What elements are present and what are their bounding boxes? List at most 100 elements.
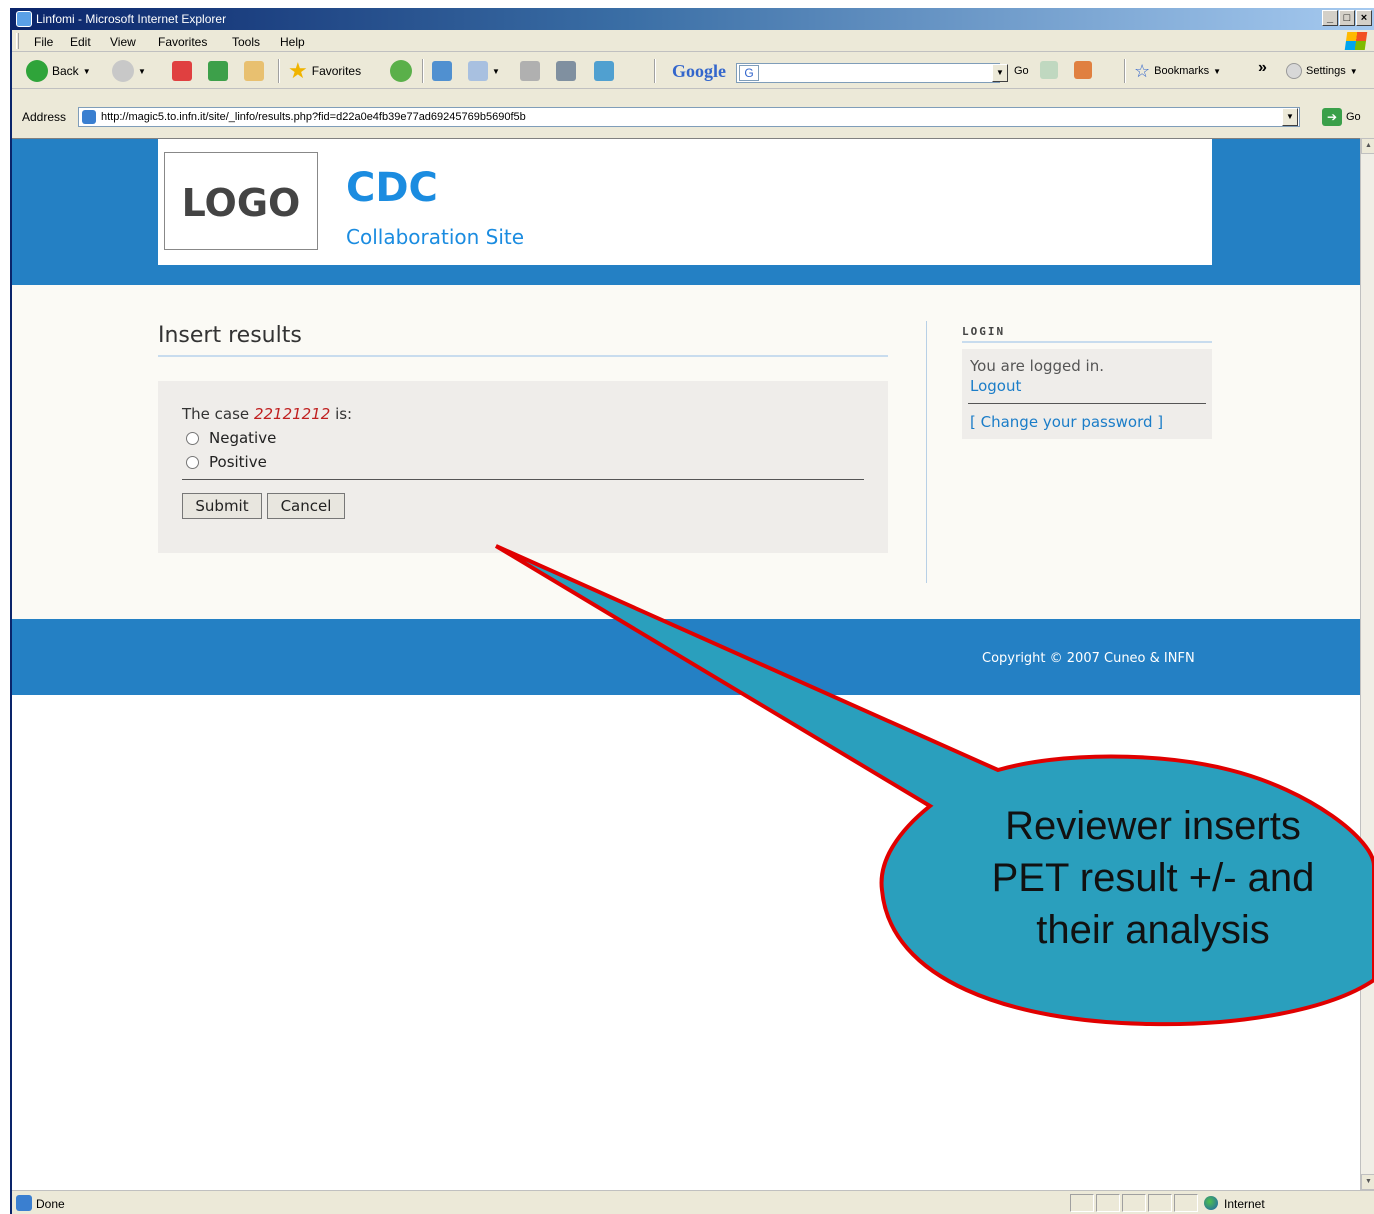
google-g-icon: G (739, 65, 759, 81)
messenger-button[interactable] (594, 59, 614, 83)
sidebar-divider (926, 321, 927, 583)
menu-tools[interactable]: Tools (232, 35, 260, 49)
forward-arrow-icon (112, 60, 134, 82)
mail-icon (468, 61, 488, 81)
chevron-down-icon: ▼ (138, 66, 146, 76)
address-bar: Address http://magic5.to.infn.it/site/_l… (12, 106, 1374, 128)
positive-radio[interactable] (186, 455, 199, 469)
vertical-scrollbar[interactable]: ▲ ▼ (1360, 138, 1374, 1190)
page-icon (82, 110, 96, 124)
favorites-label: Favorites (311, 64, 362, 78)
header-panel: LOGO CDC Collaboration Site (158, 139, 1212, 265)
maximize-button[interactable]: □ (1339, 10, 1355, 26)
negative-label: Negative (209, 429, 277, 447)
security-zone: Internet (1224, 1197, 1265, 1211)
scroll-up-icon[interactable]: ▲ (1361, 138, 1374, 154)
standard-toolbar: Back ▼ ▼ ★ Favorites ▼ Google G ▼ Go ☆ B… (12, 53, 1374, 89)
site-header: LOGO CDC Collaboration Site (12, 139, 1360, 285)
ie-icon (16, 11, 32, 27)
close-button[interactable]: × (1356, 10, 1372, 26)
go-button[interactable]: Go (1346, 111, 1361, 123)
page-body: Insert results The case 22121212 is: Neg… (12, 285, 1360, 619)
menu-help[interactable]: Help (280, 35, 305, 49)
globe-icon (1204, 1196, 1218, 1210)
settings-button[interactable]: Settings ▼ (1286, 59, 1358, 83)
chevron-down-icon: ▼ (82, 66, 91, 76)
callout-text: Reviewer inserts PET result +/- and thei… (928, 800, 1374, 956)
refresh-button[interactable] (208, 59, 228, 83)
menu-file[interactable]: File (34, 35, 53, 49)
address-label: Address (22, 110, 67, 124)
browser-window: Linfomi - Microsoft Internet Explorer _ … (10, 8, 1374, 1214)
menu-edit[interactable]: Edit (70, 35, 91, 49)
change-password-link[interactable]: [ Change your password ] (970, 413, 1163, 431)
google-dropdown[interactable]: ▼ (992, 64, 1008, 82)
logo-text: LOGO (181, 181, 301, 225)
chevron-down-icon: ▼ (492, 66, 500, 76)
negative-radio[interactable] (186, 431, 199, 445)
menu-view[interactable]: View (110, 35, 136, 49)
address-url: http://magic5.to.infn.it/site/_linfo/res… (101, 111, 526, 123)
status-cell (1174, 1194, 1198, 1212)
logo: LOGO (164, 152, 318, 250)
option-positive[interactable]: Positive (186, 453, 267, 471)
home-button[interactable] (244, 59, 264, 83)
login-panel: You are logged in. Logout [ Change your … (962, 349, 1212, 439)
status-cell (1070, 1194, 1094, 1212)
page-content: LOGO CDC Collaboration Site Insert resul… (12, 138, 1360, 1190)
status-text: Done (36, 1197, 65, 1211)
bookmarks-button[interactable]: ☆ Bookmarks ▼ (1134, 59, 1221, 83)
google-search-input[interactable]: G (736, 63, 1000, 83)
mail-button[interactable]: ▼ (468, 59, 500, 83)
star-icon: ★ (288, 58, 308, 83)
stop-icon (172, 61, 192, 81)
forward-button[interactable]: ▼ (112, 59, 146, 83)
history-button[interactable] (390, 59, 412, 83)
google-go-button[interactable]: Go (1014, 65, 1029, 77)
go-arrow-icon[interactable]: ➔ (1322, 108, 1342, 126)
chevron-down-icon: ▼ (1213, 66, 1222, 76)
site-subtitle: Collaboration Site (346, 225, 525, 249)
home-icon (244, 61, 264, 81)
media-button[interactable] (432, 59, 452, 83)
login-status: You are logged in. (970, 357, 1104, 375)
site-title: CDC (346, 165, 438, 211)
print-icon (520, 61, 540, 81)
settings-icon (1286, 63, 1302, 79)
menu-grip (16, 33, 19, 49)
pagerank-icon[interactable] (1040, 61, 1058, 79)
settings-label: Settings (1306, 65, 1346, 77)
favorites-button[interactable]: ★ Favorites (288, 59, 361, 83)
callout-line: Reviewer inserts (1005, 804, 1301, 848)
status-cell (1122, 1194, 1146, 1212)
edit-icon (556, 61, 576, 81)
login-heading: LOGIN (962, 325, 1006, 338)
edit-button[interactable] (556, 59, 576, 83)
page-title: Insert results (158, 323, 302, 348)
case-prefix: The case (182, 405, 250, 423)
submit-button[interactable]: Submit (182, 493, 262, 519)
option-negative[interactable]: Negative (186, 429, 276, 447)
callout-line: their analysis (1036, 908, 1270, 952)
status-bar: Done Internet (12, 1190, 1374, 1214)
back-button[interactable]: Back ▼ (26, 59, 91, 83)
positive-label: Positive (209, 453, 267, 471)
menu-bar: File Edit View Favorites Tools Help (12, 30, 1374, 52)
address-input[interactable]: http://magic5.to.infn.it/site/_linfo/res… (78, 107, 1300, 127)
media-icon (432, 61, 452, 81)
menu-favorites[interactable]: Favorites (158, 35, 207, 49)
windows-logo-icon (1344, 32, 1368, 50)
stop-button[interactable] (172, 59, 192, 83)
messenger-icon (594, 61, 614, 81)
popup-blocker-icon[interactable] (1074, 61, 1092, 79)
more-chevron-icon[interactable]: » (1258, 59, 1267, 77)
print-button[interactable] (520, 59, 540, 83)
address-dropdown[interactable]: ▼ (1282, 108, 1298, 126)
cancel-button[interactable]: Cancel (267, 493, 345, 519)
scroll-down-icon[interactable]: ▼ (1361, 1174, 1374, 1190)
minimize-button[interactable]: _ (1322, 10, 1338, 26)
case-line: The case 22121212 is: (182, 405, 352, 423)
star-outline-icon: ☆ (1134, 60, 1151, 81)
status-cell (1096, 1194, 1120, 1212)
logout-link[interactable]: Logout (970, 377, 1021, 395)
